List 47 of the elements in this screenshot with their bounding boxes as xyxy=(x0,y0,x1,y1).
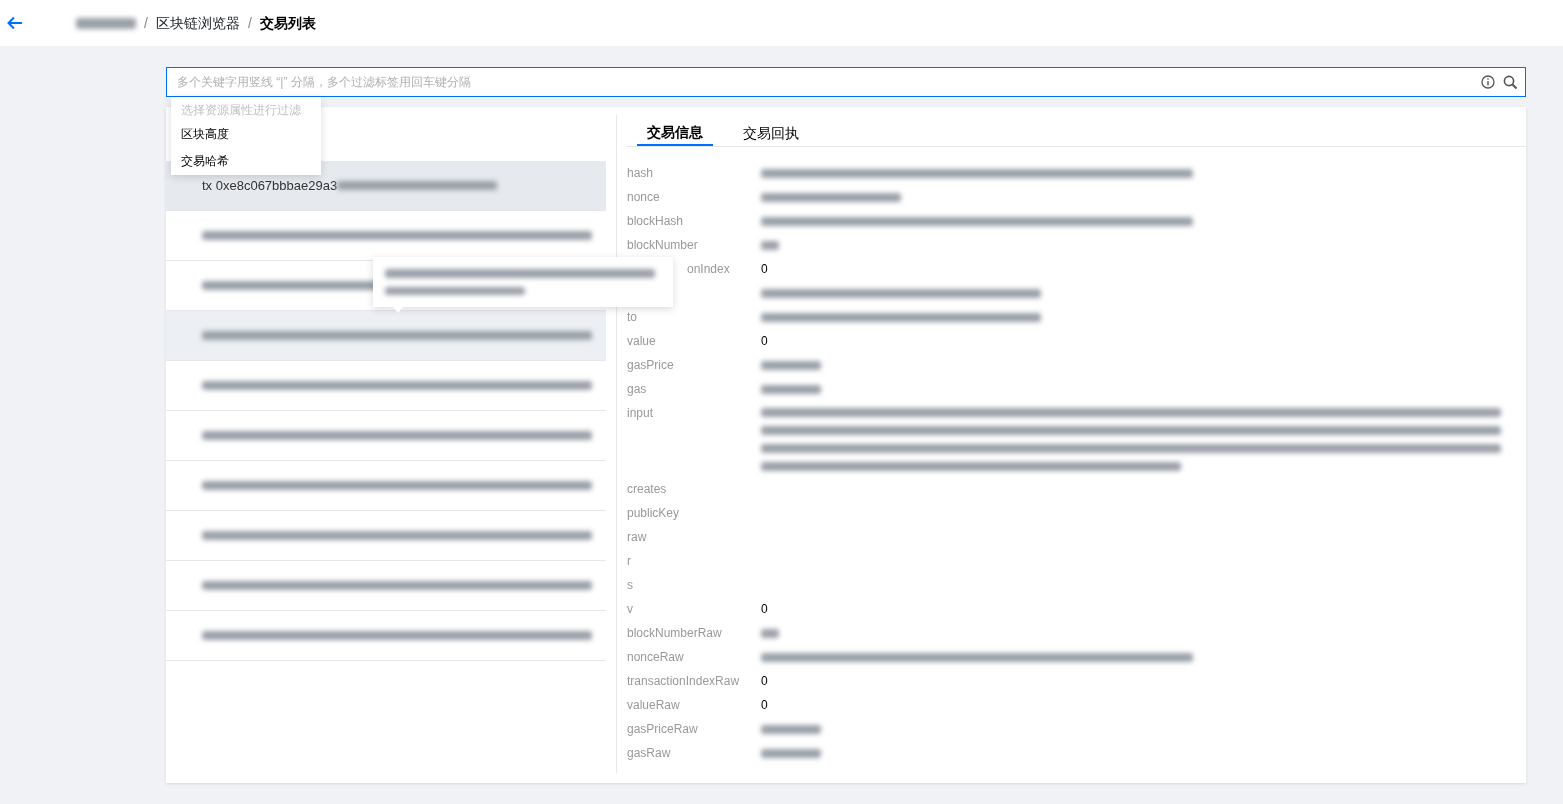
redacted-text xyxy=(761,629,779,639)
redacted-text xyxy=(761,385,821,395)
field-label: nonce xyxy=(627,190,660,204)
redacted-text xyxy=(761,725,821,735)
search-field[interactable]: 多个关键字用竖线 “|” 分隔，多个过滤标签用回车键分隔 xyxy=(166,67,1526,97)
field-label: gasRaw xyxy=(627,746,671,760)
field-label: blockNumber xyxy=(627,238,698,252)
field-label: publicKey xyxy=(627,506,680,520)
field-label: onIndex xyxy=(687,262,730,276)
menu-item[interactable]: 区块高度 xyxy=(171,121,321,148)
field-label: raw xyxy=(627,530,647,544)
redacted-text xyxy=(761,361,821,371)
field-label: blockNumberRaw xyxy=(627,626,722,640)
field-label: gasPriceRaw xyxy=(627,722,698,736)
field-label: gas xyxy=(627,382,647,396)
redacted-text xyxy=(76,17,136,29)
redacted-text xyxy=(761,241,779,251)
field-value: 0 xyxy=(761,698,768,712)
transaction-row[interactable] xyxy=(166,311,606,361)
breadcrumb-separator: / xyxy=(247,13,252,33)
field-value: 0 xyxy=(761,334,768,348)
field-value: 0 xyxy=(761,674,768,688)
field-label: value xyxy=(627,334,656,348)
field-label: v xyxy=(627,602,633,616)
transaction-hash: tx 0xe8c067bbbae29a3 xyxy=(202,176,338,195)
field-label: s xyxy=(627,578,633,592)
breadcrumb-current: 交易列表 xyxy=(259,13,316,33)
field-label: gasPrice xyxy=(627,358,674,372)
field-value: 0 xyxy=(761,262,768,276)
breadcrumb-link[interactable]: 区块链浏览器 xyxy=(155,12,240,34)
tab[interactable]: 交易回执 xyxy=(733,115,809,146)
field-label: nonceRaw xyxy=(627,650,684,664)
field-label: to xyxy=(627,310,637,324)
info-icon[interactable] xyxy=(1481,75,1495,89)
field-label: blockHash xyxy=(627,214,684,228)
search-icon[interactable] xyxy=(1503,75,1518,90)
field-label: hash xyxy=(627,166,654,180)
field-label: creates xyxy=(627,482,667,496)
back-button[interactable] xyxy=(6,14,24,32)
field-label: transactionIndexRaw xyxy=(627,674,740,688)
field-label: input xyxy=(627,406,654,420)
breadcrumb-separator: / xyxy=(144,13,148,33)
field-label: r xyxy=(627,554,631,568)
field-label: valueRaw xyxy=(627,698,680,712)
field-value: 0 xyxy=(761,602,768,616)
tab[interactable]: 交易信息 xyxy=(637,115,713,146)
redacted-text xyxy=(761,749,821,759)
